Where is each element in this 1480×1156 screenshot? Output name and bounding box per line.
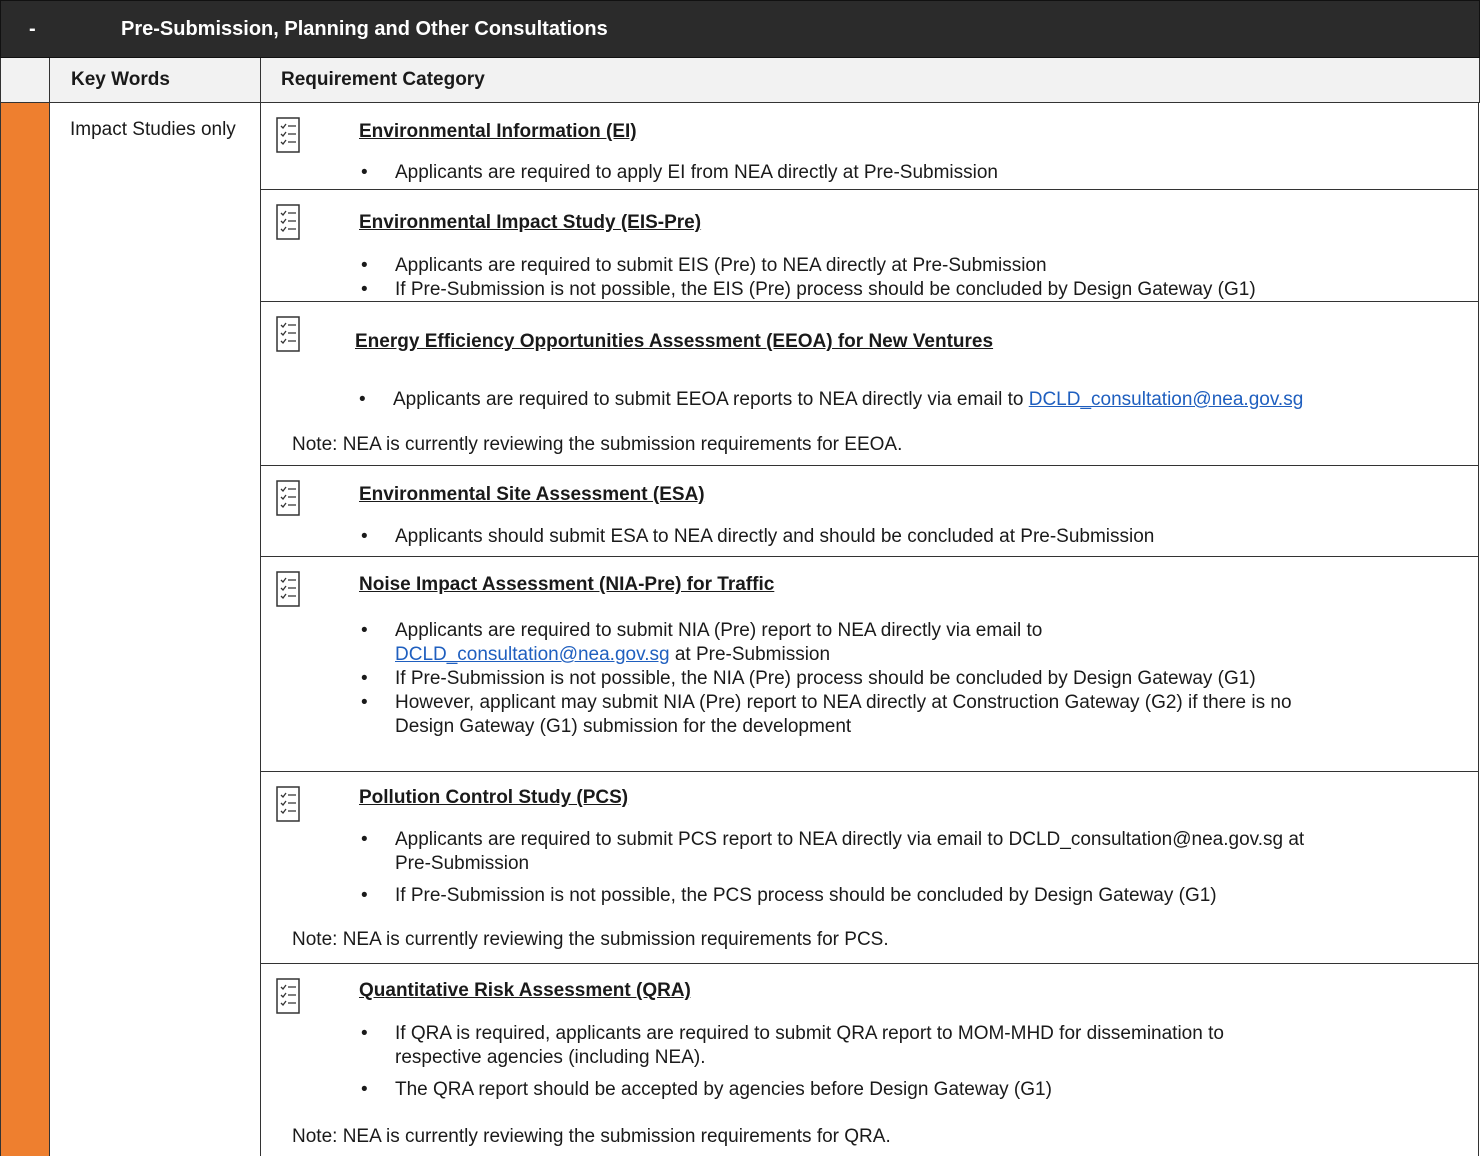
bullet-text: Applicants are required to submit EEOA r… <box>393 389 1029 410</box>
bullet-text: However, applicant may submit NIA (Pre) … <box>395 692 1292 713</box>
checklist-icon <box>276 786 300 822</box>
bullet-item: Applicants are required to submit EEOA r… <box>357 388 1303 412</box>
requirement-entry: Environmental Information (EI) Applicant… <box>260 103 1479 190</box>
category-color-strip <box>0 103 49 1156</box>
bullet-item: If Pre-Submission is not possible, the N… <box>359 667 1292 691</box>
checklist-icon <box>276 480 300 516</box>
bullet-text: Applicants are required to submit NIA (P… <box>395 620 1043 641</box>
requirement-bullets: Applicants are required to submit NIA (P… <box>359 619 1292 739</box>
checklist-icon <box>276 204 300 240</box>
checklist-icon <box>276 316 300 352</box>
bullet-item: Applicants are required to submit PCS re… <box>359 828 1304 876</box>
requirement-heading: Energy Efficiency Opportunities Assessme… <box>355 331 994 352</box>
requirement-bullets: Applicants are required to submit PCS re… <box>359 828 1304 908</box>
requirement-entry: Environmental Impact Study (EIS-Pre) App… <box>260 190 1479 302</box>
key-words-cell: Impact Studies only <box>70 119 236 140</box>
requirement-heading: Environmental Information (EI) <box>359 121 637 142</box>
requirement-heading: Environmental Impact Study (EIS-Pre) <box>359 212 702 233</box>
bullet-item: If QRA is required, applicants are requi… <box>359 1022 1224 1070</box>
column-divider <box>49 58 50 1156</box>
column-header-key-words: Key Words <box>71 69 170 90</box>
requirement-bullets: Applicants should submit ESA to NEA dire… <box>359 525 1154 549</box>
bullet-text: Design Gateway (G1) submission for the d… <box>395 716 852 737</box>
requirement-entry: Noise Impact Assessment (NIA-Pre) for Tr… <box>260 557 1479 772</box>
column-header-row: Key Words Requirement Category <box>0 58 1480 103</box>
checklist-icon <box>276 571 300 607</box>
requirement-note: Note: NEA is currently reviewing the sub… <box>292 434 903 455</box>
bullet-item: The QRA report should be accepted by age… <box>359 1078 1224 1102</box>
email-link[interactable]: DCLD_consultation@nea.gov.sg <box>1029 389 1304 410</box>
consultation-table: - Pre-Submission, Planning and Other Con… <box>0 0 1480 1156</box>
requirement-heading: Environmental Site Assessment (ESA) <box>359 484 705 505</box>
bullet-item: Applicants are required to submit NIA (P… <box>359 619 1292 667</box>
bullet-item: Applicants are required to submit EIS (P… <box>359 254 1256 278</box>
bullet-item: Applicants should submit ESA to NEA dire… <box>359 525 1154 549</box>
bullet-item: If Pre-Submission is not possible, the P… <box>359 884 1304 908</box>
bullet-text: Applicants are required to submit PCS re… <box>395 829 1305 850</box>
requirement-bullets: If QRA is required, applicants are requi… <box>359 1022 1224 1102</box>
collapse-toggle[interactable]: - <box>29 18 36 41</box>
requirement-entry: Energy Efficiency Opportunities Assessme… <box>260 302 1479 466</box>
requirement-note: Note: NEA is currently reviewing the sub… <box>292 1126 891 1147</box>
checklist-icon <box>276 117 300 153</box>
checklist-icon <box>276 978 300 1014</box>
bullet-text: respective agencies (including NEA). <box>395 1047 706 1068</box>
requirement-heading: Noise Impact Assessment (NIA-Pre) for Tr… <box>359 574 775 595</box>
bullet-item: However, applicant may submit NIA (Pre) … <box>359 691 1292 739</box>
section-title: Pre-Submission, Planning and Other Consu… <box>121 18 608 40</box>
requirement-entry: Pollution Control Study (PCS) Applicants… <box>260 772 1479 964</box>
bullet-item: If Pre-Submission is not possible, the E… <box>359 278 1256 302</box>
requirement-heading: Quantitative Risk Assessment (QRA) <box>359 980 691 1001</box>
requirement-note: Note: NEA is currently reviewing the sub… <box>292 929 889 950</box>
requirement-entry: Quantitative Risk Assessment (QRA) If QR… <box>260 964 1479 1156</box>
requirement-entry: Environmental Site Assessment (ESA) Appl… <box>260 466 1479 557</box>
email-link[interactable]: DCLD_consultation@nea.gov.sg <box>395 644 670 665</box>
requirement-bullets: Applicants are required to submit EEOA r… <box>357 388 1303 412</box>
bullet-text: If QRA is required, applicants are requi… <box>395 1023 1224 1044</box>
column-header-requirement-category: Requirement Category <box>281 69 485 90</box>
requirement-bullets: Applicants are required to apply EI from… <box>359 161 998 185</box>
requirement-heading: Pollution Control Study (PCS) <box>359 787 629 808</box>
section-header[interactable]: - Pre-Submission, Planning and Other Con… <box>0 0 1480 58</box>
bullet-text: at Pre-Submission <box>669 644 831 665</box>
bullet-item: Applicants are required to apply EI from… <box>359 161 998 185</box>
bullet-text: Pre-Submission <box>395 853 530 874</box>
requirement-bullets: Applicants are required to submit EIS (P… <box>359 254 1256 302</box>
